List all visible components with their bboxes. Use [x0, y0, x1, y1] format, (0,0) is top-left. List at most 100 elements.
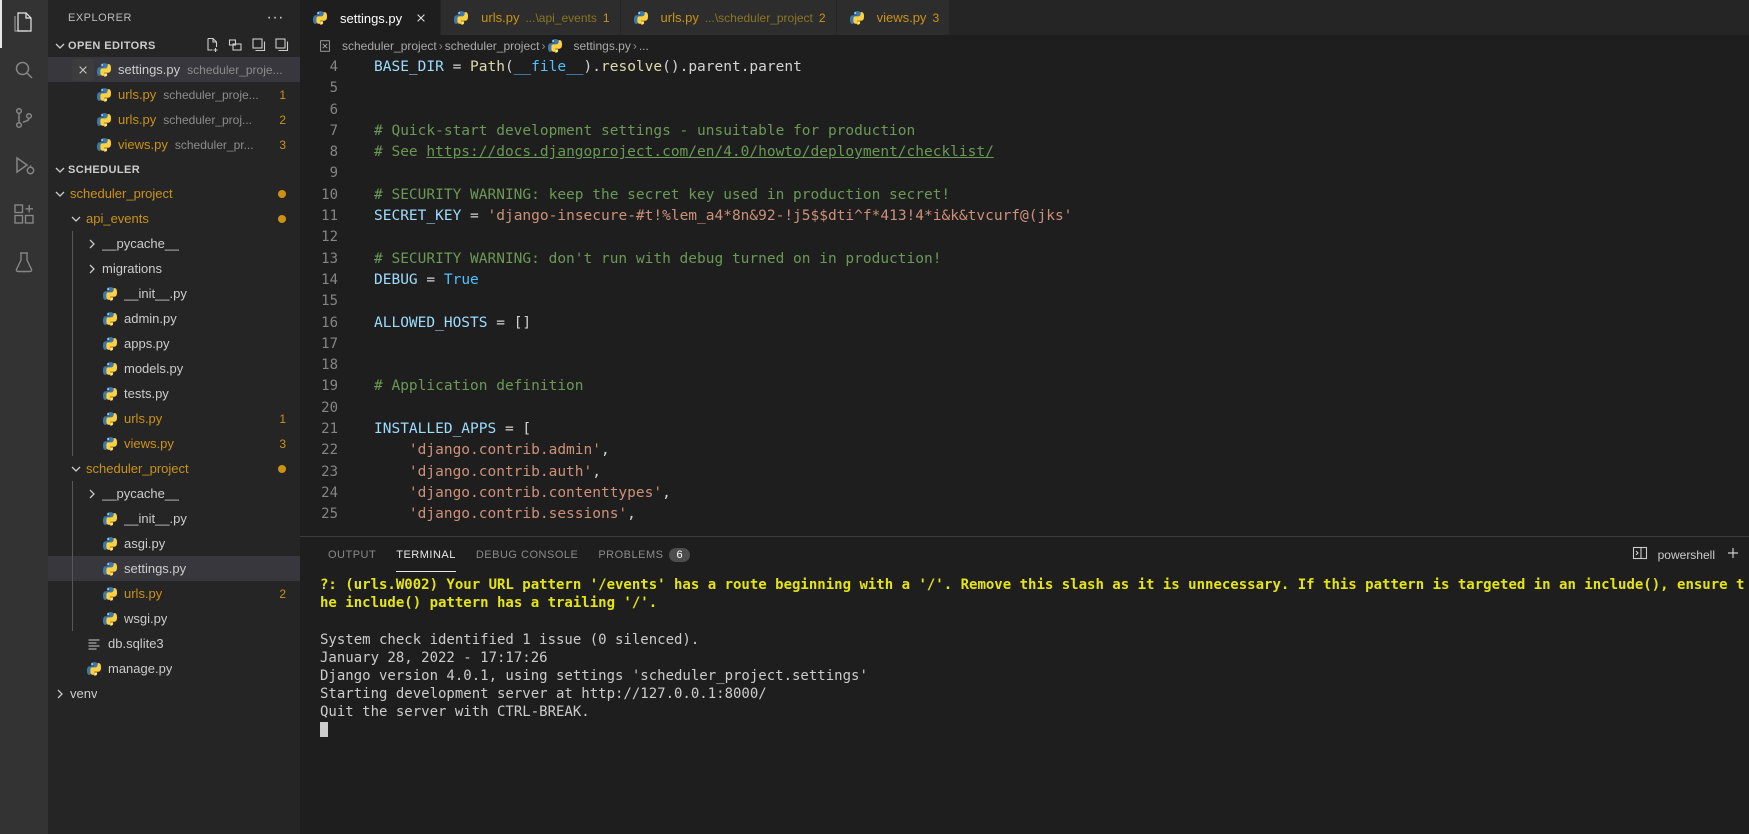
- open-editor-path: scheduler_proje...: [163, 87, 259, 102]
- code-token: =: [461, 208, 488, 225]
- breadcrumb-label: ...: [638, 39, 649, 53]
- chevron-right-icon: [84, 486, 100, 502]
- add-terminal-icon[interactable]: [1725, 545, 1741, 564]
- editor-tab[interactable]: urls.py ...\api_events 1: [441, 0, 621, 35]
- tree-file-item[interactable]: settings.py: [48, 556, 300, 581]
- code-token: DEBUG: [374, 271, 418, 288]
- breadcrumb-item[interactable]: ...: [639, 39, 649, 53]
- tree-file-item[interactable]: urls.py 1: [48, 406, 300, 431]
- activity-item-explorer[interactable]: [0, 0, 48, 48]
- tree-item-label: manage.py: [108, 661, 173, 676]
- tree-file-item[interactable]: __init__.py: [48, 506, 300, 531]
- new-file-icon[interactable]: [205, 37, 221, 56]
- tree-file-item[interactable]: models.py: [48, 356, 300, 381]
- tree-file-item[interactable]: asgi.py: [48, 531, 300, 556]
- line-number: 7: [329, 122, 338, 139]
- open-editor-item[interactable]: views.py scheduler_pr... 3: [48, 132, 300, 157]
- python-file-icon: [453, 10, 469, 26]
- editor-tab[interactable]: settings.py: [300, 0, 442, 35]
- terminal-line: ?: (urls.W002) Your URL pattern '/events…: [320, 577, 1745, 593]
- open-editor-item[interactable]: settings.py scheduler_proje...: [48, 57, 300, 82]
- tree-folder-item[interactable]: api_events: [48, 206, 300, 231]
- panel-tab[interactable]: TERMINAL: [386, 537, 466, 572]
- line-number: 5: [329, 80, 338, 97]
- save-all-icon[interactable]: [251, 37, 267, 56]
- run-debug-icon: [12, 154, 36, 183]
- tree-file-item[interactable]: wsgi.py: [48, 606, 300, 631]
- breadcrumb-item[interactable]: scheduler_project: [342, 39, 437, 53]
- breadcrumb-item[interactable]: settings.py: [547, 38, 631, 54]
- tree-file-item[interactable]: db.sqlite3: [48, 631, 300, 656]
- tree-folder-item[interactable]: migrations: [48, 256, 300, 281]
- tree-folder-item[interactable]: __pycache__: [48, 481, 300, 506]
- bottom-panel: OUTPUT TERMINAL DEBUG CONSOLE PROBLEMS 6 pow…: [300, 536, 1749, 834]
- line-number: 23: [321, 463, 338, 480]
- line-content: INSTALLED_APPS = [: [364, 419, 531, 440]
- panel-tab[interactable]: OUTPUT: [318, 537, 386, 572]
- tree-file-item[interactable]: urls.py 2: [48, 581, 300, 606]
- terminal-output[interactable]: ?: (urls.W002) Your URL pattern '/events…: [300, 572, 1749, 834]
- activity-item-testing[interactable]: [0, 240, 48, 288]
- tree-folder-item[interactable]: venv: [48, 681, 300, 706]
- code-token: 'django.contrib.contenttypes': [408, 484, 663, 501]
- tree-file-item[interactable]: apps.py: [48, 331, 300, 356]
- editor-tab[interactable]: urls.py ...\scheduler_project 2: [620, 0, 837, 35]
- breadcrumb-label: settings.py: [573, 39, 631, 53]
- editor-area: settings.py urls.py ...\api_events 1 urls.py…: [300, 0, 1749, 834]
- line-content: SECRET_KEY = 'django-insecure-#t!%lem_a4…: [364, 206, 1072, 227]
- collapse-all-icon[interactable]: [274, 37, 290, 56]
- close-editor-icon[interactable]: [72, 84, 94, 106]
- activity-item-source-control[interactable]: [0, 96, 48, 144]
- editor-tabs: settings.py urls.py ...\api_events 1 urls.py…: [300, 0, 1749, 35]
- split-terminal-icon[interactable]: [1632, 545, 1648, 564]
- python-file-icon: [102, 511, 118, 527]
- tree-file-item[interactable]: tests.py: [48, 381, 300, 406]
- open-editor-path: scheduler_pr...: [174, 137, 254, 152]
- tree-file-item[interactable]: __init__.py: [48, 281, 300, 306]
- tree-folder-item[interactable]: scheduler_project: [48, 181, 300, 206]
- close-tab-icon[interactable]: [412, 9, 430, 27]
- sidebar-more-actions-button[interactable]: ···: [267, 9, 292, 25]
- activity-item-search[interactable]: [0, 48, 48, 96]
- terminal-line: he include() pattern has a trailing '/'.: [320, 595, 658, 612]
- close-editor-icon[interactable]: [72, 58, 94, 81]
- code-token: ,: [592, 463, 601, 480]
- tree-file-item[interactable]: views.py 3: [48, 431, 300, 456]
- section-header-open-editors[interactable]: OPEN EDITORS: [48, 35, 300, 57]
- workspace-label: SCHEDULER: [68, 164, 141, 176]
- new-folder-icon[interactable]: [228, 37, 244, 56]
- source-control-icon: [12, 106, 36, 135]
- open-editor-item[interactable]: urls.py scheduler_proje... 1: [48, 82, 300, 107]
- code-token: Path: [470, 59, 505, 75]
- python-file-icon: [102, 536, 118, 552]
- line-number: 17: [321, 335, 338, 352]
- tree-file-item[interactable]: admin.py: [48, 306, 300, 331]
- activity-item-run-and-debug[interactable]: [0, 144, 48, 192]
- tree-folder-item[interactable]: __pycache__: [48, 231, 300, 256]
- code-line: 22 'django.contrib.admin',: [300, 440, 1749, 461]
- code-token: SECRET_KEY: [374, 208, 462, 225]
- code-editor[interactable]: 4 BASE_DIR = Path(__file__).resolve().par…: [300, 57, 1749, 536]
- code-line: 4 BASE_DIR = Path(__file__).resolve().par…: [300, 57, 1749, 78]
- tree-item-label: __init__.py: [124, 286, 187, 301]
- section-header-workspace[interactable]: SCHEDULER: [48, 159, 300, 181]
- activity-item-extensions[interactable]: [0, 192, 48, 240]
- open-editor-item[interactable]: urls.py scheduler_proj... 2: [48, 107, 300, 132]
- breadcrumb-separator: ›: [632, 39, 637, 53]
- panel-tab[interactable]: DEBUG CONSOLE: [466, 537, 588, 572]
- close-editor-icon[interactable]: [72, 134, 94, 156]
- code-token: # SECURITY WARNING: keep the secret key …: [374, 186, 951, 203]
- terminal-shell-label[interactable]: powershell: [1658, 548, 1715, 562]
- line-number: 14: [321, 271, 338, 288]
- line-content: # Application definition: [364, 376, 584, 397]
- editor-tab[interactable]: views.py 3: [836, 0, 951, 35]
- code-line: 18: [300, 355, 1749, 376]
- panel-tab[interactable]: PROBLEMS 6: [588, 537, 699, 572]
- chevron-down-icon: [68, 211, 84, 227]
- tree-folder-item[interactable]: scheduler_project: [48, 456, 300, 481]
- tree-file-item[interactable]: manage.py: [48, 656, 300, 681]
- python-file-icon: [102, 411, 118, 427]
- code-token: # See: [374, 144, 427, 161]
- close-editor-icon[interactable]: [72, 109, 94, 131]
- breadcrumb-item[interactable]: scheduler_project: [445, 39, 540, 53]
